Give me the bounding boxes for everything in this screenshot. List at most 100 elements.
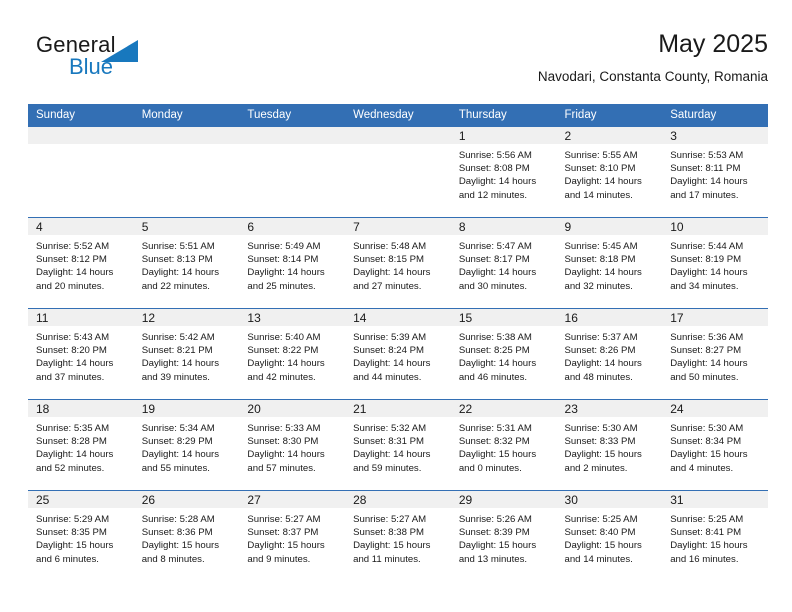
daylight-duration-line1: Daylight: 15 hours xyxy=(458,449,537,461)
day-sun-info: Sunrise: 5:48 AM Sunset: 8:15 PM Daylight:… xyxy=(345,235,451,293)
calendar-day-cell[interactable]: 19 Sunrise: 5:34 AM Sunset: 8:29 PM Dayligh… xyxy=(133,399,240,491)
sunrise-time: Sunrise: 5:42 AM xyxy=(141,332,215,343)
daylight-duration-line1: Daylight: 14 hours xyxy=(353,267,431,279)
calendar-day-cell[interactable]: 2 Sunrise: 5:55 AM Sunset: 8:10 PM Daylight… xyxy=(556,127,663,218)
day-sun-info: Sunrise: 5:30 AM Sunset: 8:34 PM Daylight:… xyxy=(662,417,768,475)
day-sun-info: Sunrise: 5:52 AM Sunset: 8:12 PM Daylight:… xyxy=(28,235,134,293)
daylight-duration-line1: Daylight: 15 hours xyxy=(458,540,537,552)
calendar-day-cell[interactable]: 26 Sunrise: 5:28 AM Sunset: 8:36 PM Dayligh… xyxy=(133,490,240,581)
calendar-day-cell[interactable]: 9 Sunrise: 5:45 AM Sunset: 8:18 PM Daylight… xyxy=(556,217,663,309)
daylight-duration-line2: and 42 minutes. xyxy=(247,371,316,383)
day-number: 21 xyxy=(345,400,451,417)
day-sun-info: Sunrise: 5:43 AM Sunset: 8:20 PM Daylight:… xyxy=(28,326,134,384)
calendar-day-cell[interactable]: 28 Sunrise: 5:27 AM Sunset: 8:38 PM Dayligh… xyxy=(345,490,451,581)
calendar-day-cell[interactable]: 3 Sunrise: 5:53 AM Sunset: 8:11 PM Daylight… xyxy=(662,127,768,218)
day-number: 20 xyxy=(239,400,346,417)
calendar-day-cell[interactable]: 20 Sunrise: 5:33 AM Sunset: 8:30 PM Dayligh… xyxy=(239,399,346,491)
daylight-duration-line2: and 50 minutes. xyxy=(670,371,739,383)
daylight-duration-line1: Daylight: 14 hours xyxy=(247,267,325,279)
daylight-duration-line2: and 9 minutes. xyxy=(247,553,311,565)
sunrise-time: Sunrise: 5:27 AM xyxy=(247,514,321,525)
calendar-day-cell[interactable]: 29 Sunrise: 5:26 AM Sunset: 8:39 PM Dayligh… xyxy=(450,490,557,581)
calendar-day-cell[interactable]: 10 Sunrise: 5:44 AM Sunset: 8:19 PM Dayligh… xyxy=(662,217,768,309)
day-number: 13 xyxy=(239,309,346,326)
day-number: 18 xyxy=(28,400,134,417)
daylight-duration-line1: Daylight: 14 hours xyxy=(670,267,748,279)
calendar-day-cell[interactable]: 24 Sunrise: 5:30 AM Sunset: 8:34 PM Dayligh… xyxy=(662,399,768,491)
calendar-day-cell[interactable]: 14 Sunrise: 5:39 AM Sunset: 8:24 PM Dayligh… xyxy=(345,308,451,400)
daylight-duration-line2: and 0 minutes. xyxy=(458,462,522,474)
daylight-duration-line2: and 57 minutes. xyxy=(247,462,316,474)
sunrise-time: Sunrise: 5:53 AM xyxy=(670,150,744,161)
day-sun-info: Sunrise: 5:56 AM Sunset: 8:08 PM Daylight:… xyxy=(451,144,557,202)
sunset-time: Sunset: 8:20 PM xyxy=(36,345,107,357)
day-sun-info: Sunrise: 5:53 AM Sunset: 8:11 PM Daylight:… xyxy=(662,144,768,202)
sunrise-time: Sunrise: 5:34 AM xyxy=(141,423,215,434)
calendar-day-cell[interactable]: 7 Sunrise: 5:48 AM Sunset: 8:15 PM Daylight… xyxy=(345,217,451,309)
calendar-day-cell[interactable]: 6 Sunrise: 5:49 AM Sunset: 8:14 PM Daylight… xyxy=(239,217,346,309)
day-number: 16 xyxy=(556,309,663,326)
day-sun-info: Sunrise: 5:31 AM Sunset: 8:32 PM Daylight:… xyxy=(451,417,557,475)
sunrise-time: Sunrise: 5:29 AM xyxy=(36,514,110,525)
daylight-duration-line2: and 6 minutes. xyxy=(36,553,99,565)
calendar-day-cell[interactable]: 30 Sunrise: 5:25 AM Sunset: 8:40 PM Dayligh… xyxy=(556,490,663,581)
calendar-day-cell[interactable]: 21 Sunrise: 5:32 AM Sunset: 8:31 PM Dayligh… xyxy=(345,399,451,491)
sunrise-time: Sunrise: 5:44 AM xyxy=(670,241,744,252)
calendar-day-cell[interactable]: 4 Sunrise: 5:52 AM Sunset: 8:12 PM Daylight… xyxy=(28,217,134,309)
weekday-header-wednesday: Wednesday xyxy=(345,104,451,127)
day-number xyxy=(345,127,451,144)
calendar-day-cell[interactable]: 16 Sunrise: 5:37 AM Sunset: 8:26 PM Dayligh… xyxy=(556,308,663,400)
sunrise-time: Sunrise: 5:40 AM xyxy=(247,332,321,343)
sunrise-time: Sunrise: 5:30 AM xyxy=(564,423,638,434)
daylight-duration-line2: and 37 minutes. xyxy=(36,371,105,383)
daylight-duration-line1: Daylight: 14 hours xyxy=(36,449,114,461)
sunrise-time: Sunrise: 5:36 AM xyxy=(670,332,744,343)
day-sun-info: Sunrise: 5:51 AM Sunset: 8:13 PM Daylight:… xyxy=(134,235,240,293)
daylight-duration-line1: Daylight: 15 hours xyxy=(670,540,748,552)
sunrise-time: Sunrise: 5:52 AM xyxy=(36,241,110,252)
calendar-day-cell[interactable]: 15 Sunrise: 5:38 AM Sunset: 8:25 PM Dayligh… xyxy=(450,308,557,400)
calendar-day-cell[interactable]: 23 Sunrise: 5:30 AM Sunset: 8:33 PM Dayligh… xyxy=(556,399,663,491)
daylight-duration-line1: Daylight: 15 hours xyxy=(141,540,220,552)
daylight-duration-line1: Daylight: 14 hours xyxy=(353,449,431,461)
daylight-duration-line1: Daylight: 14 hours xyxy=(247,449,325,461)
calendar-day-cell[interactable]: 22 Sunrise: 5:31 AM Sunset: 8:32 PM Dayligh… xyxy=(450,399,557,491)
sunset-time: Sunset: 8:18 PM xyxy=(564,254,636,266)
sunrise-time: Sunrise: 5:55 AM xyxy=(564,150,638,161)
brand-logo[interactable]: General Blue xyxy=(36,32,226,90)
day-sun-info: Sunrise: 5:26 AM Sunset: 8:39 PM Daylight:… xyxy=(451,508,557,566)
calendar-day-cell[interactable]: 13 Sunrise: 5:40 AM Sunset: 8:22 PM Dayligh… xyxy=(239,308,346,400)
day-number: 4 xyxy=(28,218,134,235)
sunset-time: Sunset: 8:08 PM xyxy=(458,163,530,175)
daylight-duration-line1: Daylight: 14 hours xyxy=(141,267,220,279)
sunrise-time: Sunrise: 5:49 AM xyxy=(247,241,321,252)
calendar-day-cell[interactable]: 11 Sunrise: 5:43 AM Sunset: 8:20 PM Dayligh… xyxy=(28,308,134,400)
sunset-time: Sunset: 8:12 PM xyxy=(36,254,107,266)
daylight-duration-line2: and 48 minutes. xyxy=(564,371,633,383)
sunset-time: Sunset: 8:14 PM xyxy=(247,254,319,266)
calendar-day-cell[interactable]: 18 Sunrise: 5:35 AM Sunset: 8:28 PM Dayligh… xyxy=(28,399,134,491)
day-number: 9 xyxy=(556,218,663,235)
day-number: 27 xyxy=(239,491,346,508)
weekday-header-thursday: Thursday xyxy=(450,104,557,127)
daylight-duration-line2: and 17 minutes. xyxy=(670,189,739,201)
sunset-time: Sunset: 8:40 PM xyxy=(564,527,636,539)
sunrise-time: Sunrise: 5:38 AM xyxy=(458,332,532,343)
calendar-day-cell[interactable]: 12 Sunrise: 5:42 AM Sunset: 8:21 PM Dayligh… xyxy=(133,308,240,400)
day-number: 24 xyxy=(662,400,768,417)
day-sun-info: Sunrise: 5:33 AM Sunset: 8:30 PM Daylight:… xyxy=(239,417,345,475)
calendar-day-cell[interactable]: 1 Sunrise: 5:56 AM Sunset: 8:08 PM Daylight… xyxy=(450,127,557,218)
page-title: May 2025 xyxy=(658,30,768,58)
sunset-time: Sunset: 8:32 PM xyxy=(458,436,530,448)
daylight-duration-line2: and 16 minutes. xyxy=(670,553,739,565)
calendar-day-cell[interactable]: 17 Sunrise: 5:36 AM Sunset: 8:27 PM Dayligh… xyxy=(662,308,768,400)
calendar-day-cell[interactable]: 25 Sunrise: 5:29 AM Sunset: 8:35 PM Dayligh… xyxy=(28,490,134,581)
calendar-day-cell[interactable]: 8 Sunrise: 5:47 AM Sunset: 8:17 PM Daylight… xyxy=(450,217,557,309)
day-number: 1 xyxy=(450,127,557,144)
calendar-day-cell[interactable]: 27 Sunrise: 5:27 AM Sunset: 8:37 PM Dayligh… xyxy=(239,490,346,581)
calendar-day-cell[interactable]: 5 Sunrise: 5:51 AM Sunset: 8:13 PM Daylight… xyxy=(133,217,240,309)
calendar-day-cell[interactable]: 31 Sunrise: 5:25 AM Sunset: 8:41 PM Dayligh… xyxy=(662,490,768,581)
sunrise-time: Sunrise: 5:27 AM xyxy=(353,514,427,525)
daylight-duration-line2: and 12 minutes. xyxy=(458,189,528,201)
daylight-duration-line2: and 46 minutes. xyxy=(458,371,528,383)
